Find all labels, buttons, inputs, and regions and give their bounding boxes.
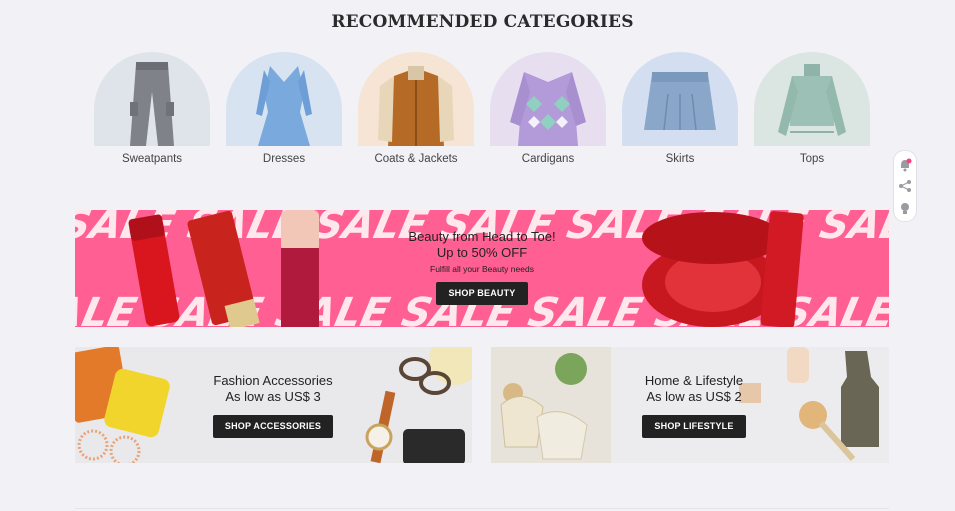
beauty-subtext: Fulfill all your Beauty needs (430, 264, 534, 274)
sweatpants-image (94, 52, 210, 146)
floating-toolbar (893, 150, 917, 222)
accessories-headline: Fashion Accessories (213, 373, 333, 388)
skirts-image (622, 52, 738, 146)
accessories-price: As low as US$ 3 (225, 389, 321, 404)
category-label: Sweatpants (121, 153, 183, 165)
beauty-banner-text: Beauty from Head to Toe! Up to 50% OFF F… (382, 229, 582, 305)
lifestyle-banner[interactable]: Home & Lifestyle As low as US$ 2 SHOP LI… (491, 347, 889, 463)
category-label: Skirts (665, 153, 695, 165)
coats-jackets-image (358, 52, 474, 146)
category-cardigans[interactable]: Cardigans (489, 52, 607, 165)
beauty-banner[interactable]: SALE SALE SALE SALE SALE SALE SALE SALE … (75, 210, 889, 327)
shop-accessories-button[interactable]: SHOP ACCESSORIES (212, 415, 334, 438)
category-coats-jackets[interactable]: Coats & Jackets (357, 52, 475, 165)
category-tops[interactable]: Tops (753, 52, 871, 165)
beauty-headline: Beauty from Head to Toe! (408, 229, 556, 244)
category-label: Cardigans (521, 153, 575, 165)
lightbulb-icon[interactable] (898, 201, 912, 215)
accessories-banner-text: Fashion Accessories As low as US$ 3 SHOP… (183, 373, 363, 438)
category-label: Dresses (262, 153, 306, 165)
category-label: Tops (799, 153, 825, 165)
dresses-image (226, 52, 342, 146)
category-label: Coats & Jackets (374, 153, 458, 165)
accessories-banner[interactable]: Fashion Accessories As low as US$ 3 SHOP… (75, 347, 472, 463)
bell-icon[interactable] (898, 158, 912, 172)
lifestyle-headline: Home & Lifestyle (644, 373, 744, 388)
lifestyle-price: As low as US$ 2 (646, 389, 742, 404)
category-sweatpants[interactable]: Sweatpants (93, 52, 211, 165)
section-divider (75, 508, 889, 509)
category-skirts[interactable]: Skirts (621, 52, 739, 165)
share-icon[interactable] (898, 179, 912, 193)
cardigans-image (490, 52, 606, 146)
shop-beauty-button[interactable]: SHOP BEAUTY (436, 282, 528, 305)
beauty-discount: Up to 50% OFF (436, 245, 528, 260)
shop-lifestyle-button[interactable]: SHOP LIFESTYLE (642, 415, 746, 438)
category-dresses[interactable]: Dresses (225, 52, 343, 165)
lifestyle-banner-text: Home & Lifestyle As low as US$ 2 SHOP LI… (614, 373, 774, 438)
tops-image (754, 52, 870, 146)
section-title: RECOMMENDED CATEGORIES (331, 12, 634, 32)
category-carousel: Sweatpants Dresses Coats & Jackets Cardi… (0, 52, 955, 172)
